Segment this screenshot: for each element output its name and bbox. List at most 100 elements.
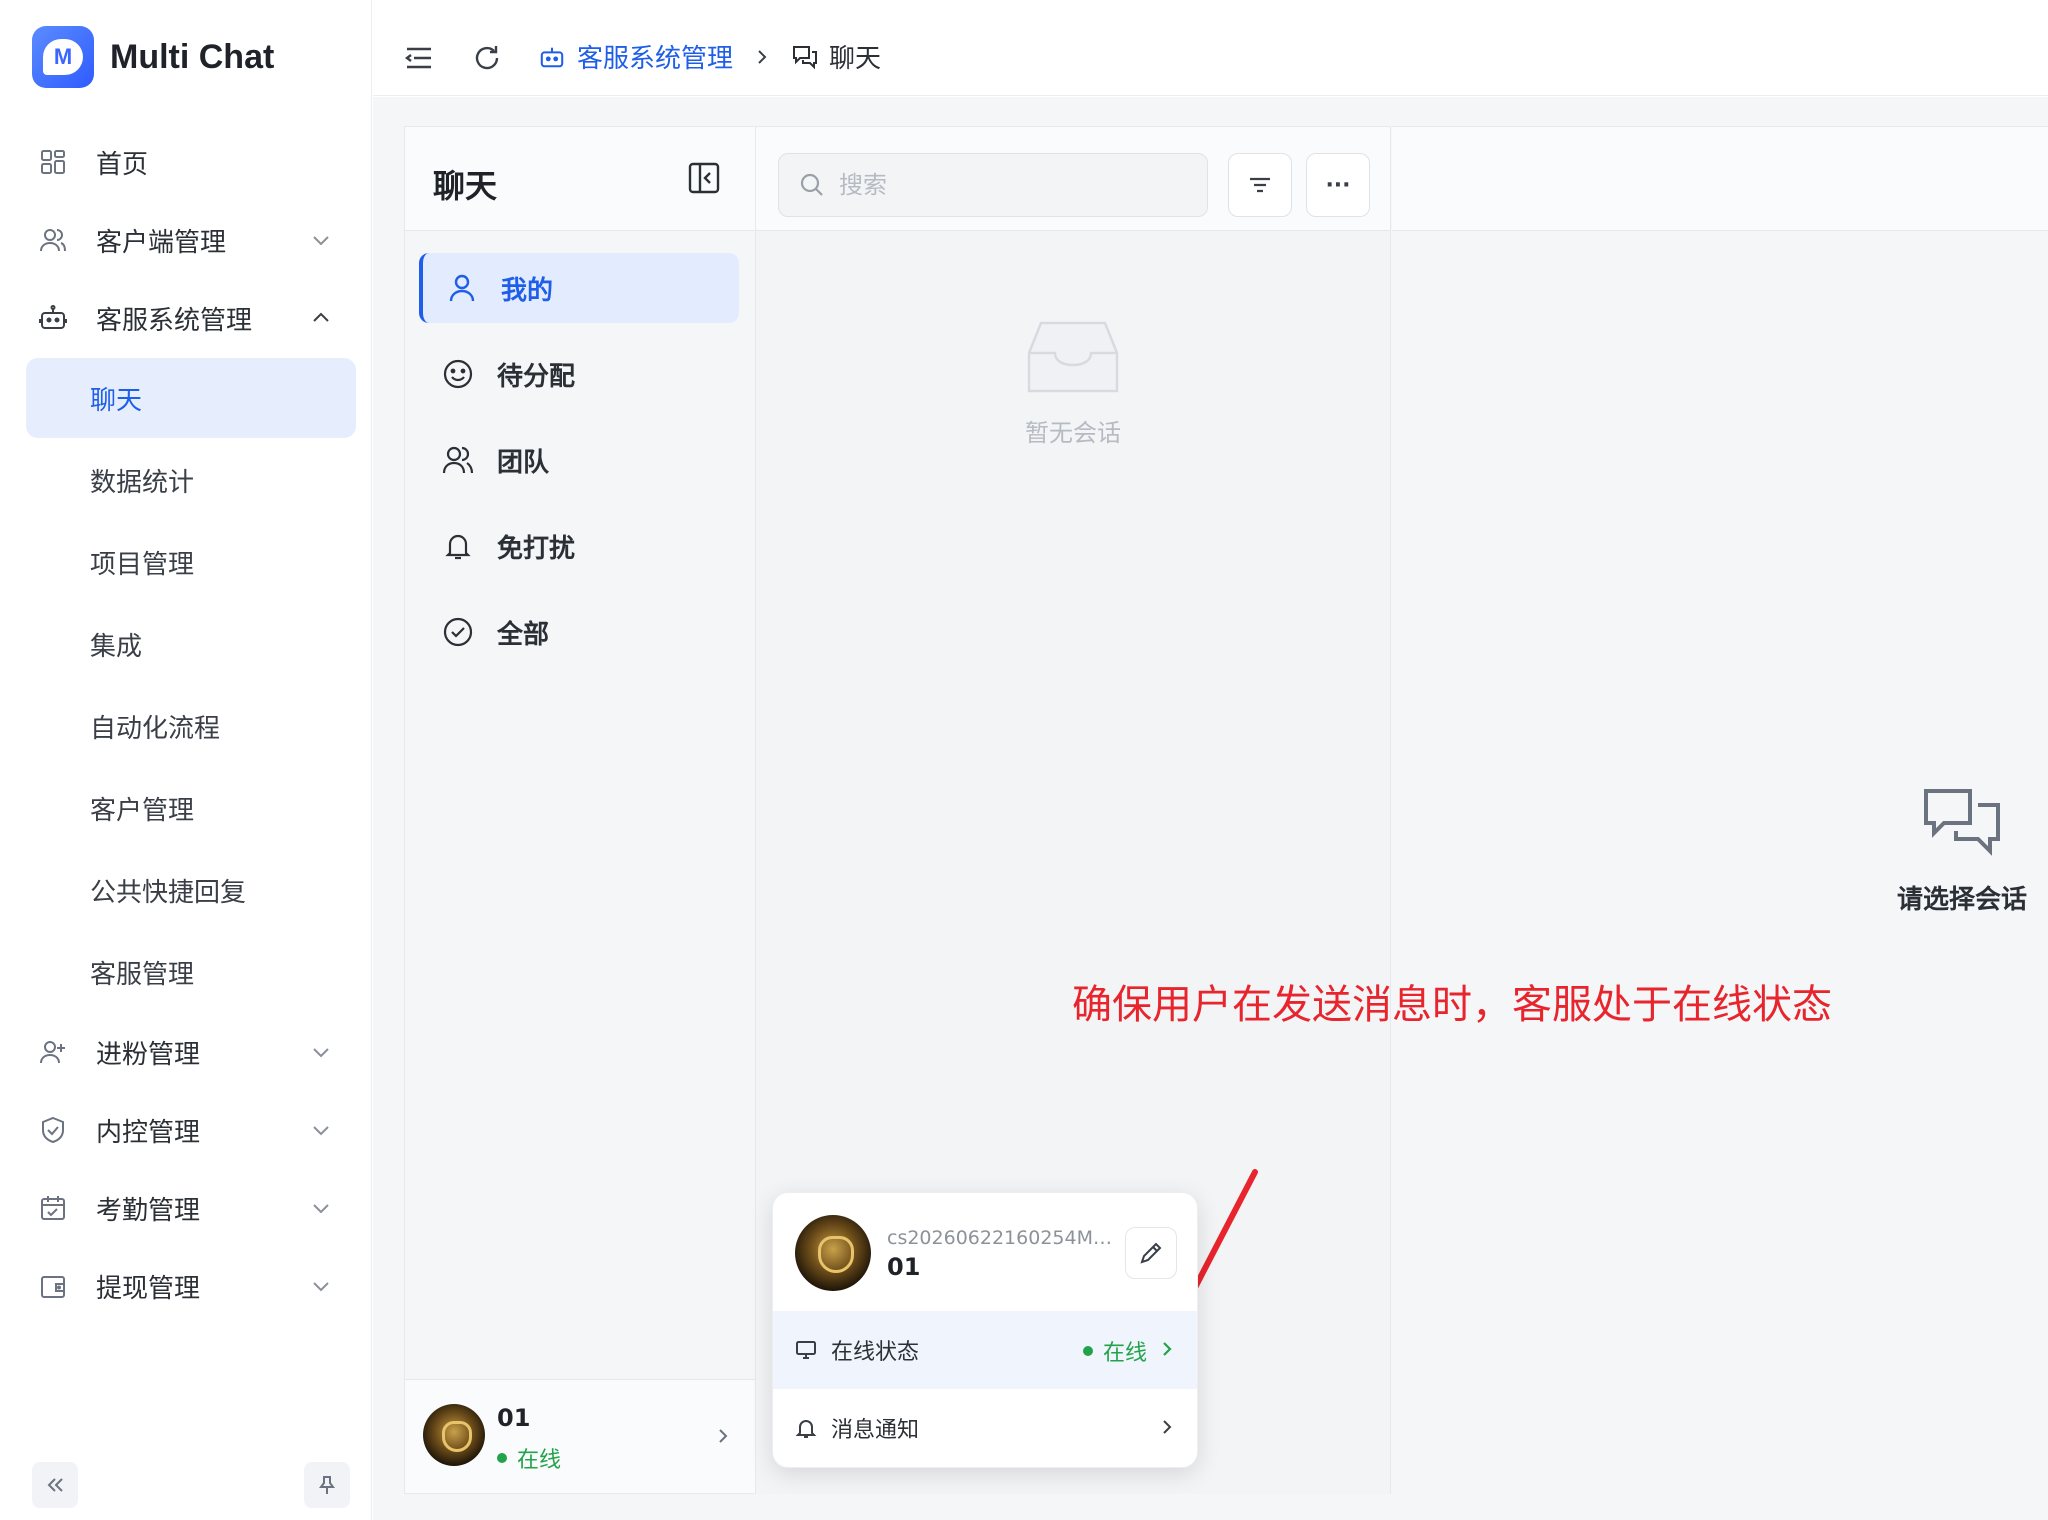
more-button[interactable]: ··· xyxy=(1306,153,1370,217)
sidebar-subitem-label: 数据统计 xyxy=(90,467,195,498)
chat-category-pending[interactable]: 待分配 xyxy=(419,339,739,409)
sidebar-item-cs-system[interactable]: 客服系统管理 xyxy=(26,280,356,356)
sidebar-item-label: 内控管理 xyxy=(96,1117,201,1148)
chevron-right-icon xyxy=(758,49,767,64)
sidebar-item-home[interactable]: 首页 xyxy=(26,124,356,200)
sidebar-subitem-customers[interactable]: 客户管理 xyxy=(26,768,356,848)
popover-profile: cs20260622160254M1... 01 xyxy=(773,1193,1197,1311)
app-logo: M xyxy=(32,26,94,88)
refresh-button[interactable] xyxy=(469,40,505,76)
online-status-row[interactable]: 在线状态 在线 xyxy=(773,1311,1197,1389)
filter-button[interactable] xyxy=(1228,153,1292,217)
grid-icon xyxy=(38,147,68,177)
calendar-icon xyxy=(38,1193,68,1223)
search-input[interactable] xyxy=(839,171,1199,199)
edit-profile-button[interactable] xyxy=(1125,1227,1177,1279)
smile-icon xyxy=(441,357,475,391)
brand[interactable]: M Multi Chat xyxy=(32,26,274,88)
robot-icon xyxy=(38,303,68,333)
annotation-text: 确保用户在发送消息时，客服处于在线状态 xyxy=(1072,982,1832,1028)
chevron-right-icon xyxy=(719,1429,728,1443)
sidebar-subitem-label: 公共快捷回复 xyxy=(90,877,247,908)
select-conversation-text: 请选择会话 xyxy=(1896,885,2027,915)
sidebar-item-risk-control[interactable]: 内控管理 xyxy=(26,1092,356,1168)
sidebar-subitem-label: 客服管理 xyxy=(90,959,195,990)
sidebar-item-withdrawals[interactable]: 提现管理 xyxy=(26,1248,356,1324)
pencil-icon xyxy=(1140,1242,1162,1264)
conversation-pane: 请选择会话 xyxy=(1392,126,2048,1494)
search-box[interactable] xyxy=(778,153,1208,217)
chat-panel-header: 聊天 xyxy=(405,127,755,231)
online-dot xyxy=(497,1453,507,1463)
sidebar-nav: 首页 客户端管理 客服系统管理 聊天 数据统计 项目管理 集成 自动化流程 客户… xyxy=(26,124,356,1326)
sidebar-subitem-projects[interactable]: 项目管理 xyxy=(26,522,356,602)
chat-panel-title: 聊天 xyxy=(433,167,498,205)
sidebar-subitem-label: 集成 xyxy=(90,631,143,662)
sidebar: M Multi Chat 首页 客户端管理 客服系统管理 聊天 数据统计 项目管… xyxy=(0,0,372,1520)
wallet-icon xyxy=(38,1271,68,1301)
sidebar-item-leads[interactable]: 进粉管理 xyxy=(26,1014,356,1090)
sidebar-subitem-automation[interactable]: 自动化流程 xyxy=(26,686,356,766)
sidebar-item-label: 进粉管理 xyxy=(96,1039,201,1070)
shield-icon xyxy=(38,1115,68,1145)
sidebar-subitem-stats[interactable]: 数据统计 xyxy=(26,440,356,520)
chevron-down-icon xyxy=(313,1048,329,1058)
menu-toggle-button[interactable] xyxy=(401,40,437,76)
avatar xyxy=(423,1404,485,1466)
chat-category-dnd[interactable]: 免打扰 xyxy=(419,511,739,581)
user-add-icon xyxy=(38,1037,68,1067)
conversation-pane-header xyxy=(1392,127,2048,231)
collapse-panel-icon[interactable] xyxy=(687,161,721,195)
chevron-down-icon xyxy=(313,236,329,246)
agent-account-id: cs20260622160254M1... xyxy=(887,1227,1117,1249)
sidebar-subitem-chat[interactable]: 聊天 xyxy=(26,358,356,438)
agent-status-row[interactable]: 01 在线 xyxy=(405,1379,755,1493)
sidebar-item-attendance[interactable]: 考勤管理 xyxy=(26,1170,356,1246)
message-notification-row[interactable]: 消息通知 xyxy=(773,1389,1197,1467)
chat-category-panel: 聊天 我的 待分配 团队 免打扰 全部 01 在线 xyxy=(404,126,755,1494)
online-status-label: 在线状态 xyxy=(831,1340,920,1365)
refresh-icon xyxy=(475,46,499,70)
sidebar-subitem-agents[interactable]: 客服管理 xyxy=(26,932,356,1012)
menu-fold-icon xyxy=(405,47,431,69)
sidebar-subitem-quick-replies[interactable]: 公共快捷回复 xyxy=(26,850,356,930)
online-dot xyxy=(1082,1346,1093,1356)
sidebar-item-label: 首页 xyxy=(96,149,149,180)
agent-status: 在线 xyxy=(497,1442,561,1474)
conversation-list-header: ··· xyxy=(756,127,1390,231)
breadcrumb-current: 聊天 xyxy=(829,44,882,74)
chevron-right-icon xyxy=(1163,1342,1172,1356)
avatar xyxy=(795,1215,871,1291)
chat-category-label: 待分配 xyxy=(497,361,576,392)
bell-icon xyxy=(441,529,475,563)
robot-icon xyxy=(539,42,569,72)
chevron-up-icon xyxy=(313,312,329,322)
breadcrumb: 客服系统管理 聊天 xyxy=(539,38,881,75)
pin-icon xyxy=(319,1476,335,1494)
users-icon xyxy=(38,225,68,255)
empty-inbox-icon xyxy=(1027,321,1119,393)
sidebar-subitem-integrations[interactable]: 集成 xyxy=(26,604,356,684)
select-conversation-hint: 请选择会话 xyxy=(1872,787,2048,916)
online-status-text: 在线 xyxy=(1102,1341,1147,1366)
chat-category-team[interactable]: 团队 xyxy=(419,425,739,495)
chat-category-label: 全部 xyxy=(497,619,550,650)
pin-sidebar-button[interactable] xyxy=(304,1462,350,1508)
agent-name: 01 xyxy=(497,1404,531,1432)
chat-bubbles-icon xyxy=(1924,789,2000,856)
sidebar-footer xyxy=(32,1462,352,1510)
collapse-sidebar-button[interactable] xyxy=(32,1462,78,1508)
sidebar-item-clients[interactable]: 客户端管理 xyxy=(26,202,356,278)
chevron-down-icon xyxy=(313,1204,329,1214)
breadcrumb-parent-link[interactable]: 客服系统管理 xyxy=(577,38,733,75)
agent-status-popover: cs20260622160254M1... 01 在线状态 在线 消息通知 xyxy=(772,1192,1198,1468)
chevron-down-icon xyxy=(313,1126,329,1136)
chat-category-all[interactable]: 全部 xyxy=(419,597,739,667)
chat-category-mine[interactable]: 我的 xyxy=(419,253,739,323)
message-notification-label: 消息通知 xyxy=(831,1418,920,1443)
sidebar-item-label: 客服系统管理 xyxy=(96,305,253,336)
sidebar-subitem-label: 项目管理 xyxy=(90,549,195,580)
filter-icon xyxy=(1250,177,1270,193)
chat-icon xyxy=(791,42,821,72)
search-icon xyxy=(800,173,823,196)
